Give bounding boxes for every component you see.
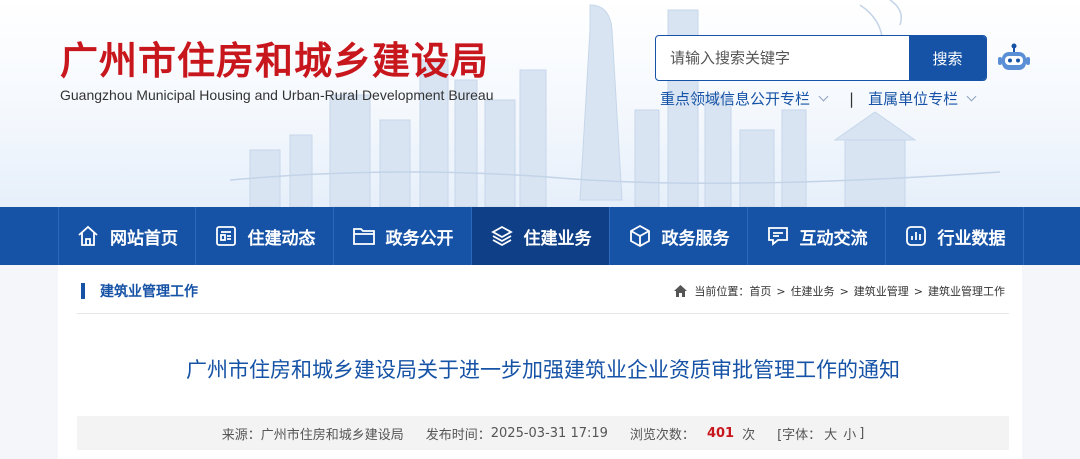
source-label: 来源： — [221, 427, 261, 443]
breadcrumb-prefix: 当前位置： — [694, 285, 750, 298]
nav-item-label: 行业数据 — [937, 228, 1006, 249]
views-count: 401 — [706, 425, 735, 441]
quick-link-separator: | — [849, 89, 855, 108]
site-logo-subtitle: Guangzhou Municipal Housing and Urban-Ru… — [60, 87, 494, 103]
font-size-large-button[interactable]: 大 — [824, 424, 837, 443]
chart-icon — [905, 226, 926, 246]
breadcrumb-construction-business[interactable]: 住建业务 — [791, 283, 835, 299]
search-button[interactable]: 搜索 — [909, 36, 986, 80]
main-nav: 网站首页 住建动态 政务公开 住建业务 政务服务 互动交流 行业数据 — [0, 207, 1080, 265]
section-divider — [77, 313, 1009, 314]
nav-item-label: 住建业务 — [523, 228, 592, 249]
breadcrumb-home[interactable]: 首页 — [749, 283, 771, 299]
nav-item-label: 政务服务 — [661, 228, 730, 249]
search-input[interactable] — [656, 36, 909, 80]
quick-links: 重点领域信息公开专栏 | 直属单位专栏 — [660, 88, 977, 109]
nav-item-label: 政务公开 — [385, 228, 454, 249]
robot-assistant-icon[interactable] — [997, 41, 1031, 75]
chevron-down-icon — [818, 91, 829, 102]
home-icon — [78, 225, 98, 246]
section-title: 建筑业管理工作 — [100, 284, 198, 300]
site-header: 广州市住房和城乡建设局 Guangzhou Municipal Housing … — [0, 0, 1080, 207]
quick-link-key-areas[interactable]: 重点领域信息公开专栏 — [660, 88, 829, 109]
cube-icon — [629, 224, 650, 248]
font-size-small-button[interactable]: 小 — [843, 424, 856, 443]
nav-item-industry-data[interactable]: 行业数据 — [886, 207, 1024, 265]
nav-item-construction-business[interactable]: 住建业务 — [472, 207, 610, 265]
date-value: 2025-03-31 17:19 — [490, 425, 608, 441]
section-title-marker — [81, 283, 85, 299]
breadcrumb-separator: > — [839, 284, 849, 298]
folder-icon — [352, 228, 375, 245]
quick-link-label: 重点领域信息公开专栏 — [660, 90, 811, 108]
nav-item-open-government[interactable]: 政务公开 — [334, 207, 472, 265]
breadcrumb-separator: > — [776, 284, 786, 298]
views-unit: 次 — [742, 427, 756, 443]
quick-link-label: 直属单位专栏 — [868, 90, 959, 108]
chevron-down-icon — [966, 91, 977, 102]
search-bar: 搜索 — [655, 35, 987, 81]
nav-item-news[interactable]: 住建动态 — [196, 207, 334, 265]
breadcrumb-construction-management[interactable]: 建筑业管理 — [854, 283, 909, 299]
chat-icon — [767, 227, 788, 246]
nav-item-home[interactable]: 网站首页 — [58, 207, 196, 265]
nav-item-interaction[interactable]: 互动交流 — [748, 207, 886, 265]
quick-link-affiliated-units[interactable]: 直属单位专栏 — [868, 88, 977, 109]
nav-item-gov-services[interactable]: 政务服务 — [610, 207, 748, 265]
nav-item-label: 住建动态 — [247, 228, 316, 249]
date-label: 发布时间： — [425, 427, 491, 443]
home-icon — [674, 285, 688, 297]
breadcrumb-separator: > — [913, 284, 923, 298]
layers-icon — [490, 225, 513, 247]
font-size-close: ] — [859, 425, 865, 441]
breadcrumb: 当前位置： 首页 > 住建业务 > 建筑业管理 > 建筑业管理工作 — [673, 283, 1005, 299]
news-icon — [215, 226, 236, 246]
source-value: 广州市住房和城乡建设局 — [260, 427, 404, 443]
nav-item-label: 网站首页 — [110, 228, 178, 249]
font-size-label: [字体： — [777, 427, 822, 443]
breadcrumb-construction-work[interactable]: 建筑业管理工作 — [928, 283, 1005, 299]
nav-item-label: 互动交流 — [799, 228, 868, 249]
article-meta-bar: 来源： 广州市住房和城乡建设局 发布时间： 2025-03-31 17:19 浏… — [77, 416, 1009, 450]
site-logo-title[interactable]: 广州市住房和城乡建设局 — [60, 30, 489, 85]
views-label: 浏览次数： — [629, 427, 695, 443]
article-title: 广州市住房和城乡建设局关于进一步加强建筑业企业资质审批管理工作的通知 — [186, 358, 900, 382]
